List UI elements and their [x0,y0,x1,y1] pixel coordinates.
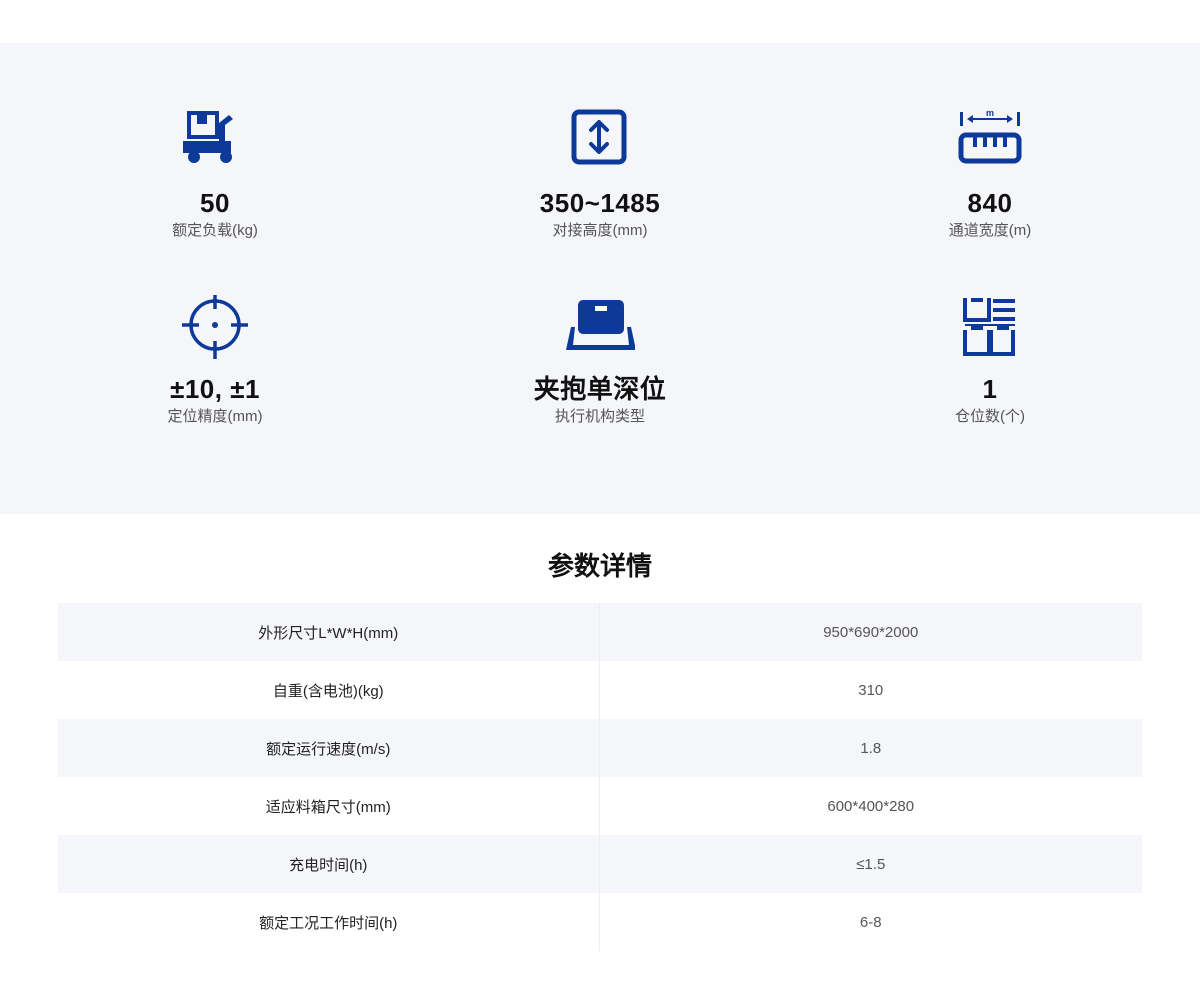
spec-label: 额定负载(kg) [172,222,258,239]
param-value: ≤1.5 [599,835,1142,893]
details-table: 外形尺寸L*W*H(mm) 950*690*2000 自重(含电池)(kg) 3… [58,603,1142,951]
spec-rated-load: 50 额定负载(kg) [65,109,365,241]
param-value: 310 [599,661,1142,719]
param-name: 适应料箱尺寸(mm) [58,777,600,835]
param-name: 充电时间(h) [58,835,600,893]
ruler-width-icon: m [958,109,1022,164]
table-row: 额定运行速度(m/s) 1.8 [58,719,1142,777]
param-value: 6-8 [599,893,1142,951]
spec-bin-count: 1 仓位数(个) [840,295,1140,427]
table-row: 外形尺寸L*W*H(mm) 950*690*2000 [58,603,1142,661]
spec-value: 1 [982,374,998,404]
param-name: 额定运行速度(m/s) [58,719,600,777]
shelf-bins-icon [963,298,1015,356]
spec-value: 50 [200,188,230,218]
spec-value: 夹抱单深位 [533,374,667,404]
spec-panel: 50 额定负载(kg) 350~1485 对接高度(mm) m 840 通道宽度… [0,43,1200,514]
cart-icon [183,111,233,163]
param-value: 1.8 [599,719,1142,777]
table-row: 充电时间(h) ≤1.5 [58,835,1142,893]
details-title: 参数详情 [547,551,652,581]
spec-value: ±10, ±1 [170,374,260,404]
spec-label: 对接高度(mm) [552,222,648,239]
spec-label: 仓位数(个) [955,408,1025,425]
param-value: 600*400*280 [599,777,1142,835]
spec-label: 定位精度(mm) [167,408,263,425]
spec-positioning-accuracy: ±10, ±1 定位精度(mm) [65,295,365,427]
crosshair-icon [182,295,248,359]
tray-box-icon [566,300,635,350]
param-value: 950*690*2000 [599,603,1142,661]
spec-actuator-type: 夹抱单深位 执行机构类型 [450,295,750,427]
spec-value: 350~1485 [539,188,661,218]
table-row: 自重(含电池)(kg) 310 [58,661,1142,719]
spec-label: 执行机构类型 [554,408,645,425]
spec-aisle-width: m 840 通道宽度(m) [840,109,1140,241]
param-name: 外形尺寸L*W*H(mm) [58,603,600,661]
table-row: 额定工况工作时间(h) 6-8 [58,893,1142,951]
spec-docking-height: 350~1485 对接高度(mm) [450,109,750,241]
table-row: 适应料箱尺寸(mm) 600*400*280 [58,777,1142,835]
param-name: 自重(含电池)(kg) [58,661,600,719]
height-arrow-icon [571,109,627,165]
ruler-unit-text: m [986,109,994,118]
spec-label: 通道宽度(m) [948,222,1032,239]
param-name: 额定工况工作时间(h) [58,893,600,951]
spec-value: 840 [967,188,1013,218]
